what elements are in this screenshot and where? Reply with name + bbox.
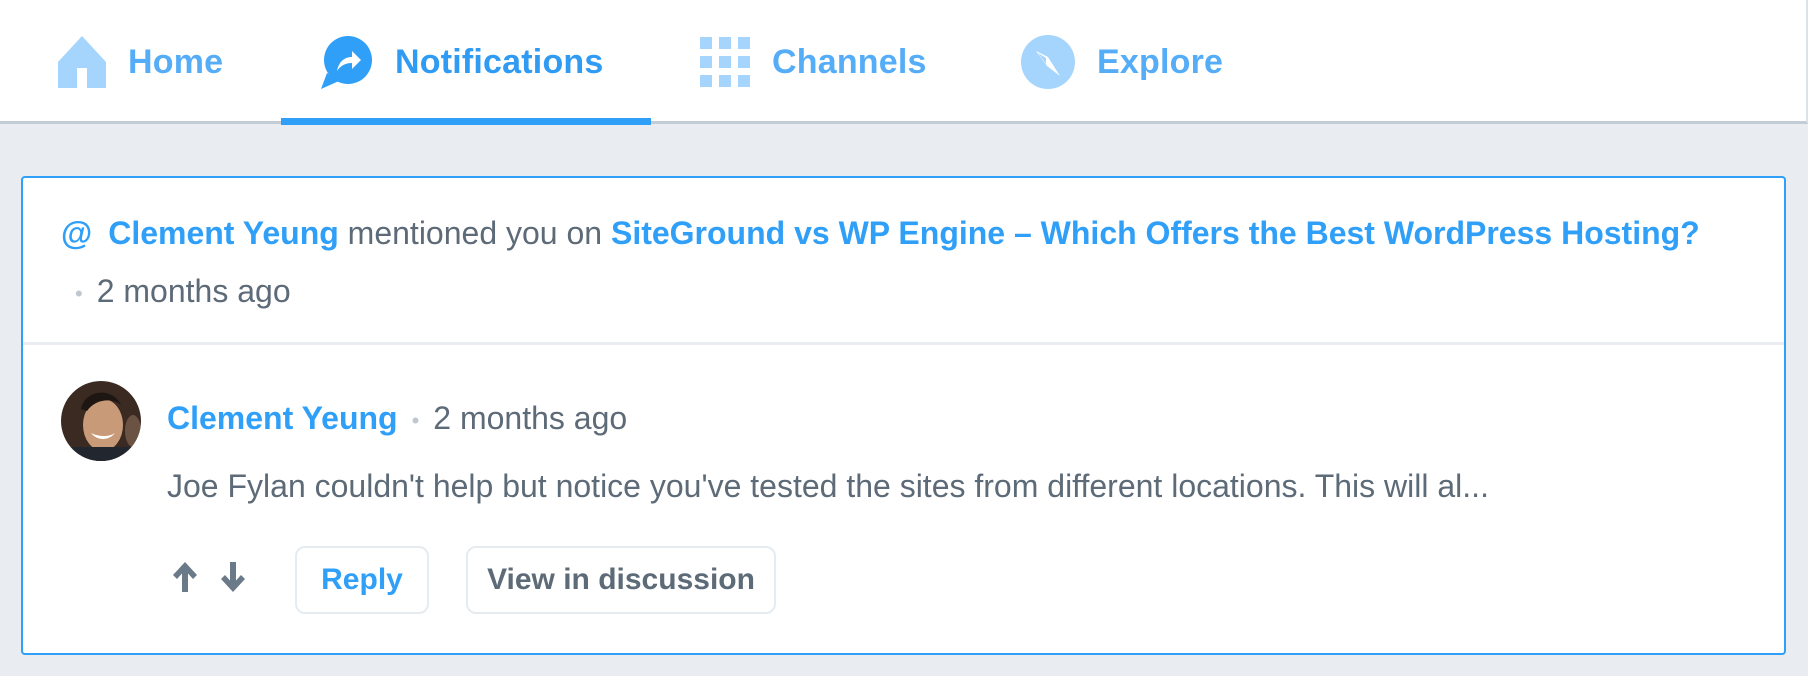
separator-dot: • [75, 280, 83, 306]
tab-explore-label: Explore [1097, 42, 1224, 81]
home-icon [58, 36, 106, 88]
post-title-link[interactable]: SiteGround vs WP Engine – Which Offers t… [611, 215, 1700, 251]
tab-home[interactable]: Home [58, 0, 223, 124]
top-navigation: Home Notifications Channels Explore [0, 0, 1808, 125]
upvote-button[interactable] [171, 560, 207, 600]
arrow-up-icon [173, 562, 197, 592]
mention-summary: @ Clement Yeung mentioned you on SiteGrou… [61, 204, 1701, 323]
separator-dot: • [411, 407, 420, 433]
tab-home-label: Home [128, 42, 224, 81]
view-in-discussion-button[interactable]: View in discussion [466, 546, 776, 614]
tab-notifications-label: Notifications [395, 42, 604, 81]
tab-notifications[interactable]: Notifications [281, 0, 651, 125]
mention-icon: @ [61, 215, 93, 251]
grid-icon [700, 37, 750, 87]
notification-time: 2 months ago [96, 273, 291, 309]
arrow-down-icon [221, 562, 245, 592]
compass-icon [1021, 35, 1075, 89]
tab-channels-label: Channels [772, 42, 927, 81]
share-bubble-icon [319, 35, 373, 89]
notification-card: @ Clement Yeung mentioned you on SiteGrou… [21, 176, 1786, 655]
downvote-button[interactable] [219, 560, 255, 600]
comment-header: Clement Yeung • 2 months ago [167, 392, 627, 447]
avatar[interactable] [61, 381, 141, 461]
action-text: mentioned you on [338, 215, 611, 251]
actor-link[interactable]: Clement Yeung [108, 215, 339, 251]
comment-time: 2 months ago [433, 400, 628, 436]
divider [23, 342, 1784, 345]
comment-text: Joe Fylan couldn't help but notice you'v… [167, 468, 1489, 504]
tab-explore[interactable]: Explore [1021, 0, 1223, 124]
comment-author-link[interactable]: Clement Yeung [167, 400, 398, 436]
reply-button[interactable]: Reply [295, 546, 429, 614]
tab-channels[interactable]: Channels [700, 0, 927, 124]
